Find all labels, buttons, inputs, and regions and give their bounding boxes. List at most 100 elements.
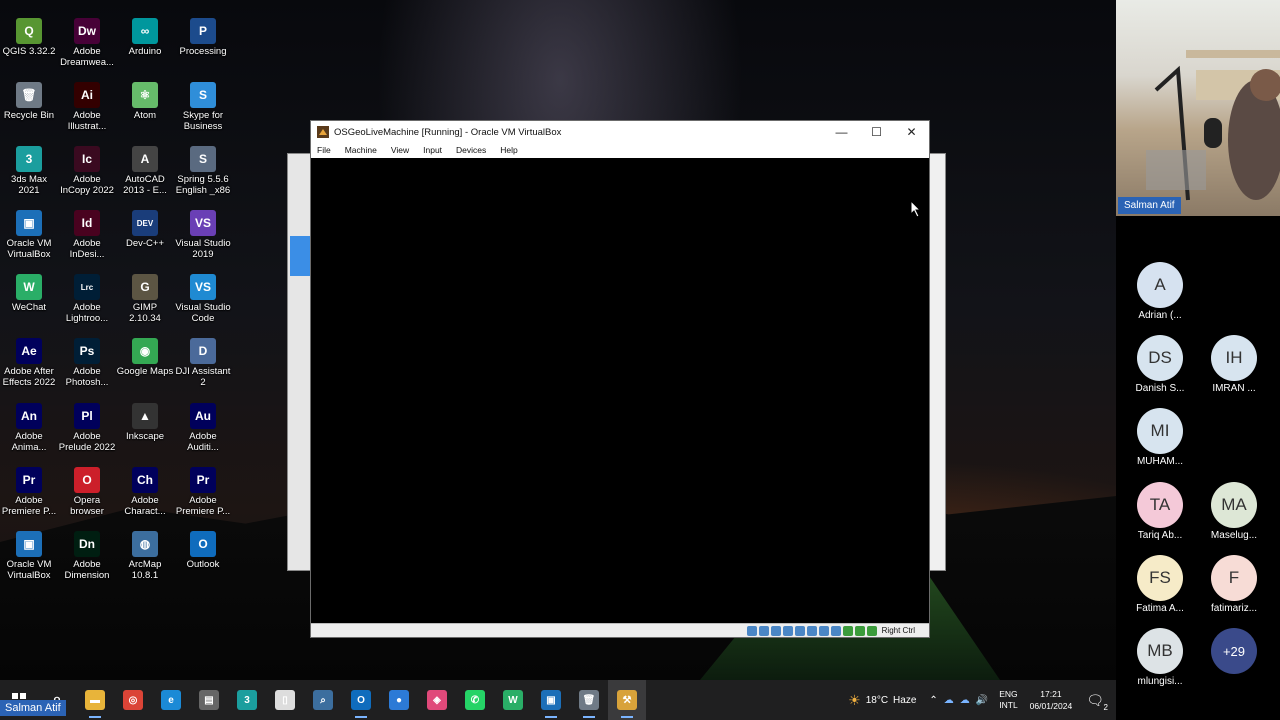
desktop-icon[interactable]: Ai Adobe Illustrat...	[58, 82, 116, 132]
taskbar-magnifier-button[interactable]: ⌕	[304, 680, 342, 720]
onedrive-icon[interactable]: ☁	[960, 695, 970, 706]
cloud-icon[interactable]: ☁	[944, 695, 954, 706]
taskbar-osgeo-button[interactable]: ⚒	[608, 680, 646, 720]
clock[interactable]: 17:21 06/01/2024	[1030, 688, 1073, 712]
desktop-icon[interactable]: A AutoCAD 2013 - E...	[116, 146, 174, 196]
desktop-icon[interactable]: 3 3ds Max 2021	[0, 146, 58, 196]
desktop-icon[interactable]: O Outlook	[174, 531, 232, 570]
optical-drive-icon[interactable]	[758, 625, 769, 636]
desktop-icon[interactable]: S Skype for Business	[174, 82, 232, 132]
desktop-icon[interactable]: O Opera browser	[58, 467, 116, 517]
close-button[interactable]: ✕	[894, 121, 929, 143]
desktop-icon[interactable]: Pl Adobe Prelude 2022	[58, 403, 116, 453]
input-language[interactable]: ENG INTL	[999, 689, 1017, 711]
display-icon[interactable]	[818, 625, 829, 636]
taskbar-virtualbox-button[interactable]: ▣	[532, 680, 570, 720]
taskbar-document-button[interactable]: ▯	[266, 680, 304, 720]
desktop-icon[interactable]: Pr Adobe Premiere P...	[174, 467, 232, 517]
keyboard-icon[interactable]	[866, 625, 877, 636]
weather-widget[interactable]: ☀ 18°C Haze	[848, 692, 916, 709]
menu-machine[interactable]: Machine	[345, 145, 377, 155]
taskbar-drop-button[interactable]: ●	[380, 680, 418, 720]
taskbar-file-explorer-button[interactable]: ▬	[76, 680, 114, 720]
vm-menubar: File Machine View Input Devices Help	[311, 143, 929, 157]
app-icon: VS	[190, 274, 216, 300]
desktop-icon[interactable]: VS Visual Studio 2019	[174, 210, 232, 260]
taskbar-chrome-button[interactable]: ◎	[114, 680, 152, 720]
desktop-icon[interactable]: Ic Adobe InCopy 2022	[58, 146, 116, 196]
desktop-icon[interactable]: 🗑 Recycle Bin	[0, 82, 58, 121]
participant-tile[interactable]: Ffatimariz...	[1202, 555, 1266, 614]
app-icon: Pr	[16, 467, 42, 493]
menu-view[interactable]: View	[391, 145, 409, 155]
presenter-video-tile[interactable]: Salman Atif	[1116, 0, 1280, 216]
taskbar-edge-button[interactable]: e	[152, 680, 190, 720]
participant-tile[interactable]: MB mlungisi...	[1128, 628, 1192, 687]
desktop-icon[interactable]: Pr Adobe Premiere P...	[0, 467, 58, 517]
desktop-icon[interactable]: Q QGIS 3.32.2	[0, 18, 58, 57]
taskbar-store-button[interactable]: ▤	[190, 680, 228, 720]
desktop-icon[interactable]: Ae Adobe After Effects 2022	[0, 338, 58, 388]
desktop-icon[interactable]: G GIMP 2.10.34	[116, 274, 174, 324]
vm-titlebar[interactable]: OSGeoLiveMachine [Running] - Oracle VM V…	[311, 121, 929, 143]
desktop-icon[interactable]: S Spring 5.5.6 English _x86	[174, 146, 232, 196]
app-icon: Ai	[74, 82, 100, 108]
participant-tile[interactable]: MI MUHAM...	[1128, 408, 1192, 467]
desktop-icon[interactable]: W WeChat	[0, 274, 58, 313]
taskbar-wechat-button[interactable]: W	[494, 680, 532, 720]
participant-tile[interactable]: IH IMRAN ...	[1202, 335, 1266, 394]
recording-icon[interactable]	[830, 625, 841, 636]
app-icon: 3	[16, 146, 42, 172]
chevron-up-icon[interactable]: ⌃	[929, 695, 937, 706]
shared-folders-icon[interactable]	[806, 625, 817, 636]
participant-tile[interactable]: +29	[1202, 628, 1266, 674]
desktop-icon[interactable]: DEV Dev-C++	[116, 210, 174, 249]
desktop-icon[interactable]: Lrc Adobe Lightroo...	[58, 274, 116, 324]
mouse-integration-icon[interactable]	[854, 625, 865, 636]
taskbar-3ds-max-button[interactable]: 3	[228, 680, 266, 720]
weather-description: Haze	[893, 694, 917, 706]
participant-tile[interactable]: TA Tariq Ab...	[1128, 482, 1192, 541]
taskbar-recycle-button[interactable]: 🗑	[570, 680, 608, 720]
desktop-icon[interactable]: Dw Adobe Dreamwea...	[58, 18, 116, 68]
participant-tile[interactable]: A Adrian (...	[1128, 262, 1192, 321]
desktop-icon[interactable]: ▣ Oracle VM VirtualBox	[0, 210, 58, 260]
desktop-icon[interactable]: Au Adobe Auditi...	[174, 403, 232, 453]
notification-button[interactable]: 🗨 2	[1086, 692, 1108, 712]
volume-icon[interactable]: 🔊	[976, 695, 988, 706]
minimize-button[interactable]: —	[824, 121, 859, 143]
desktop-icon[interactable]: An Adobe Anima...	[0, 403, 58, 453]
desktop-icon[interactable]: ⚛ Atom	[116, 82, 174, 121]
vm-window[interactable]: OSGeoLiveMachine [Running] - Oracle VM V…	[310, 120, 930, 638]
vm-display[interactable]	[311, 158, 929, 624]
manager-selected-vm[interactable]	[290, 236, 312, 276]
desktop-icon[interactable]: P Processing	[174, 18, 232, 57]
desktop-icon[interactable]: Dn Adobe Dimension	[58, 531, 116, 581]
desktop-icon[interactable]: Id Adobe InDesi...	[58, 210, 116, 260]
taskbar-whatsapp-button[interactable]: ✆	[456, 680, 494, 720]
desktop-icon[interactable]: ▣ Oracle VM VirtualBox	[0, 531, 58, 581]
participant-tile[interactable]: MA Maselug...	[1202, 482, 1266, 541]
participant-tile[interactable]: DS Danish S...	[1128, 335, 1192, 394]
desktop-icon[interactable]: D DJI Assistant 2	[174, 338, 232, 388]
cpu-icon[interactable]	[842, 625, 853, 636]
desktop-icon[interactable]: ▲ Inkscape	[116, 403, 174, 442]
audio-icon[interactable]	[770, 625, 781, 636]
taskbar-outlook-button[interactable]: O	[342, 680, 380, 720]
desktop-icon[interactable]: ∞ Arduino	[116, 18, 174, 57]
usb-icon[interactable]	[794, 625, 805, 636]
desktop-icon[interactable]: ◉ Google Maps	[116, 338, 174, 377]
desktop-icon[interactable]: VS Visual Studio Code	[174, 274, 232, 324]
network-icon[interactable]	[782, 625, 793, 636]
hard-disk-icon[interactable]	[746, 625, 757, 636]
maximize-button[interactable]: ☐	[859, 121, 894, 143]
taskbar-photos-button[interactable]: ◈	[418, 680, 456, 720]
menu-devices[interactable]: Devices	[456, 145, 486, 155]
desktop-icon[interactable]: Ch Adobe Charact...	[116, 467, 174, 517]
desktop-icon[interactable]: Ps Adobe Photosh...	[58, 338, 116, 388]
desktop-icon[interactable]: ◍ ArcMap 10.8.1	[116, 531, 174, 581]
menu-input[interactable]: Input	[423, 145, 442, 155]
menu-help[interactable]: Help	[500, 145, 517, 155]
menu-file[interactable]: File	[317, 145, 331, 155]
participant-tile[interactable]: FS Fatima A...	[1128, 555, 1192, 614]
